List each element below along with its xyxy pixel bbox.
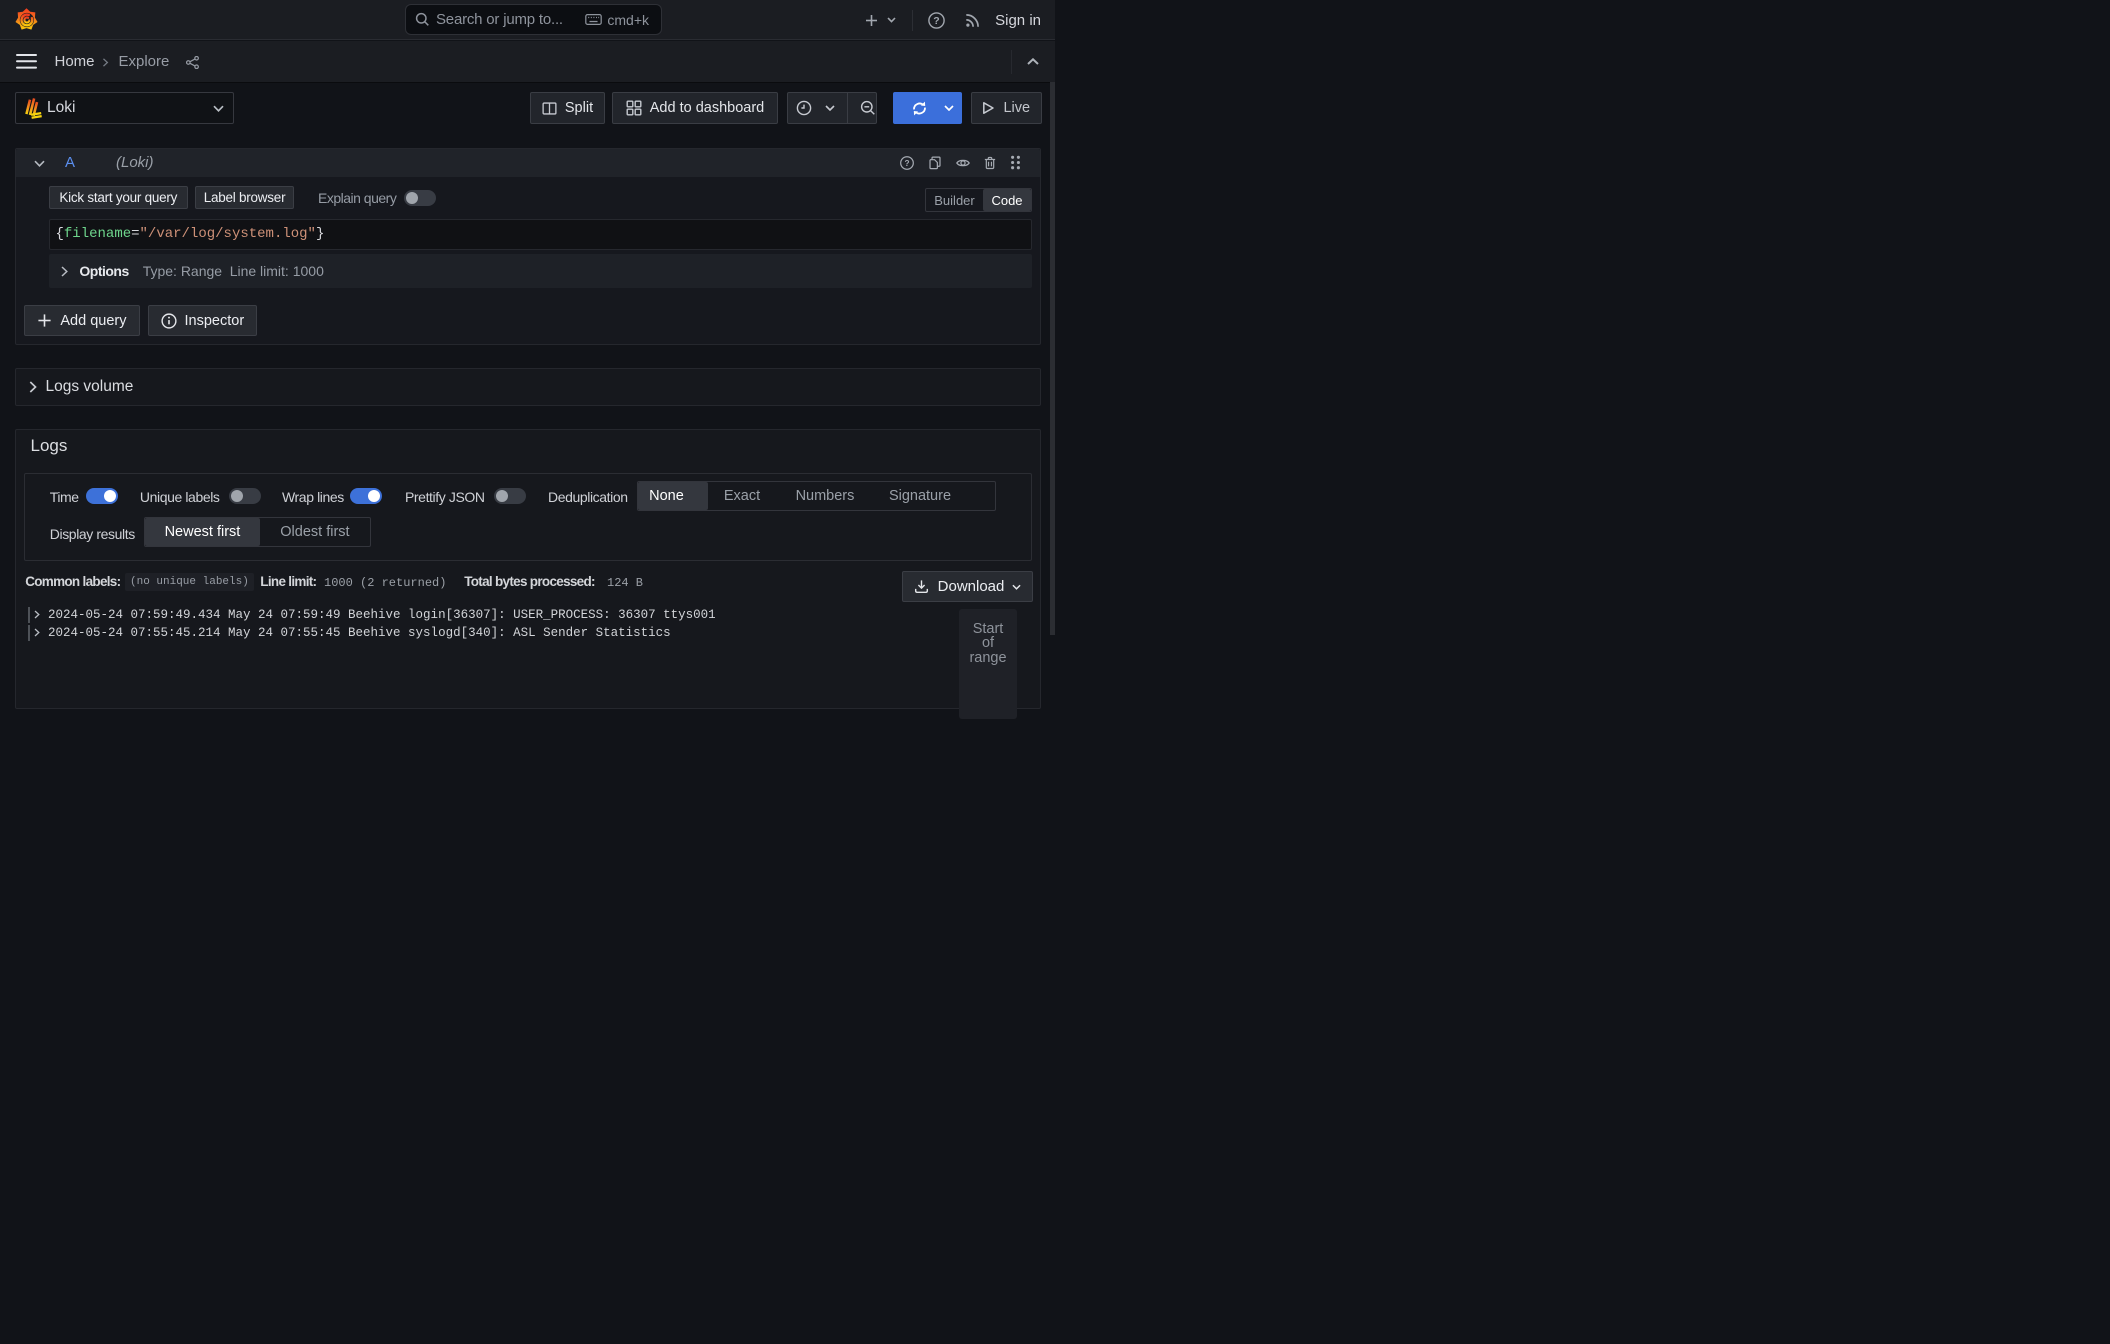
svg-text:?: ? [904, 158, 909, 168]
svg-text:?: ? [933, 15, 939, 27]
